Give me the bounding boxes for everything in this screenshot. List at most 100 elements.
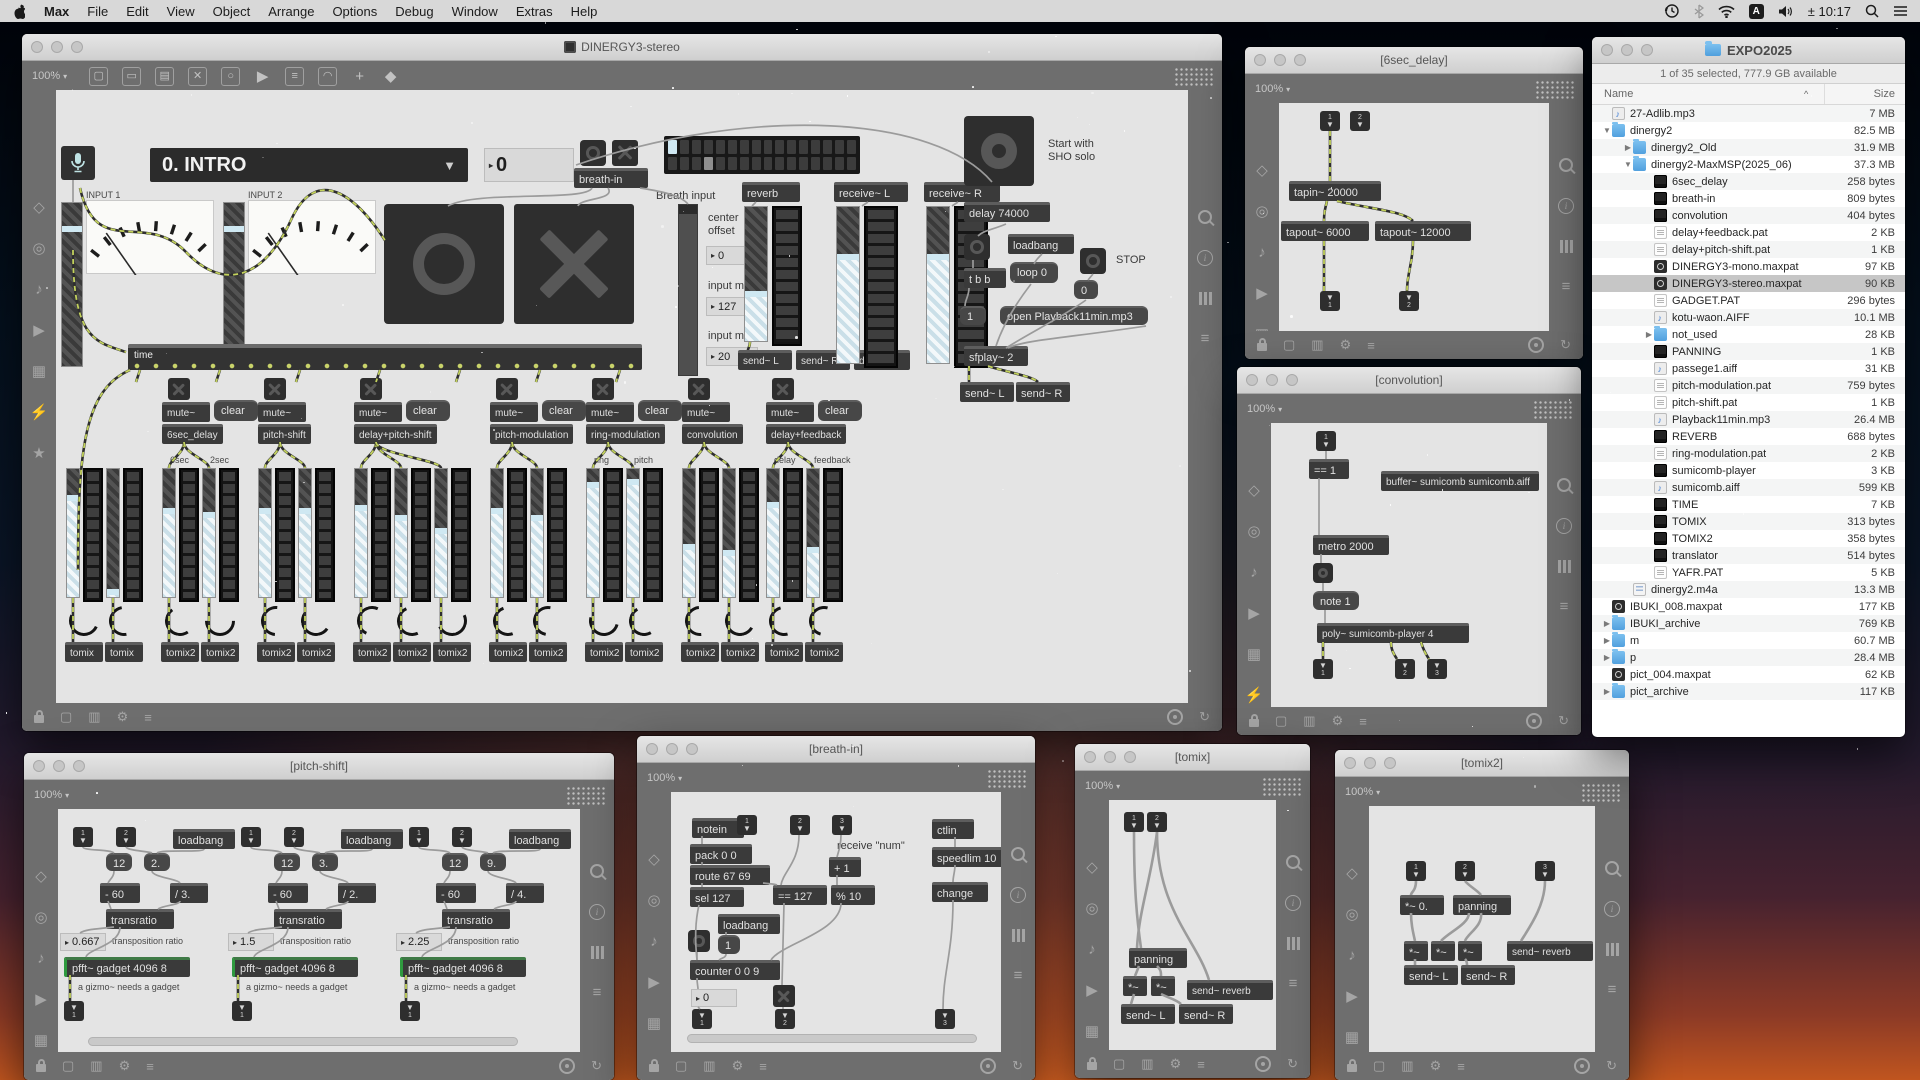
message-box[interactable]: clear xyxy=(638,400,682,421)
video-icon[interactable]: ▶ xyxy=(648,975,660,990)
wifi-icon[interactable] xyxy=(1718,5,1735,18)
star-icon[interactable]: ★ xyxy=(32,446,45,461)
list-icon[interactable]: ≡ xyxy=(1201,331,1210,346)
info-icon[interactable]: i xyxy=(1604,901,1620,917)
led-cell[interactable] xyxy=(799,157,808,171)
disclosure-triangle[interactable]: ▶ xyxy=(1602,619,1612,628)
file-row[interactable]: GADGET.PAT296 bytes xyxy=(1592,292,1905,309)
select-icon[interactable]: ▢ xyxy=(60,709,72,725)
dial-icon[interactable]: ◠ xyxy=(318,67,337,86)
zoom-control[interactable]: 100%▾ xyxy=(647,772,682,784)
led-cell[interactable] xyxy=(752,157,761,171)
video-icon[interactable]: ▶ xyxy=(1256,286,1268,301)
reference-icon[interactable] xyxy=(1606,943,1619,956)
minimize-button[interactable] xyxy=(1266,374,1278,386)
slider[interactable] xyxy=(682,468,696,598)
plug-icon[interactable]: ⚡ xyxy=(1245,688,1264,703)
led-cell[interactable] xyxy=(835,140,844,154)
titlebar[interactable]: [pitch-shift] xyxy=(24,753,614,780)
zoom-control[interactable]: 100%▾ xyxy=(1085,780,1120,792)
dial[interactable] xyxy=(433,602,471,640)
target-icon[interactable]: ◎ xyxy=(647,893,660,908)
target-icon[interactable]: ◎ xyxy=(1085,901,1098,916)
message-box[interactable]: clear xyxy=(214,400,258,421)
info-icon[interactable]: i xyxy=(1556,518,1572,534)
volume-icon[interactable] xyxy=(1778,5,1794,18)
target-icon[interactable]: ◎ xyxy=(1345,907,1358,922)
message-box[interactable]: 0 xyxy=(1074,280,1098,299)
toggle[interactable] xyxy=(360,378,382,400)
plug-icon[interactable]: ⚡ xyxy=(30,405,49,420)
file-row[interactable]: DINERGY3-mono.maxpat97 KB xyxy=(1592,258,1905,275)
zoom-control[interactable]: 100%▾ xyxy=(1255,83,1290,95)
slider[interactable] xyxy=(434,468,448,598)
toggle[interactable] xyxy=(496,378,518,400)
file-row[interactable]: REVERB688 bytes xyxy=(1592,428,1905,445)
slider[interactable] xyxy=(926,206,950,364)
toggle[interactable] xyxy=(592,378,614,400)
number-box-icon[interactable]: ≡ xyxy=(285,67,304,86)
slider[interactable] xyxy=(490,468,504,598)
close-button[interactable] xyxy=(1344,757,1356,769)
number-box[interactable]: ▸0 xyxy=(691,989,737,1007)
search-icon[interactable] xyxy=(1557,478,1571,492)
led-cell[interactable] xyxy=(716,140,725,154)
refresh-icon[interactable]: ↻ xyxy=(1558,713,1569,729)
file-row[interactable]: translator514 bytes xyxy=(1592,547,1905,564)
image-icon[interactable]: ▦ xyxy=(1085,1024,1099,1039)
bluetooth-icon[interactable] xyxy=(1694,4,1704,19)
file-row[interactable]: 27-Adlib.mp37 MB xyxy=(1592,105,1905,122)
slider[interactable] xyxy=(626,468,640,598)
file-row[interactable]: ▶p28.4 MB xyxy=(1592,649,1905,666)
file-row[interactable]: ring-modulation.pat2 KB xyxy=(1592,445,1905,462)
led-cell[interactable] xyxy=(835,157,844,171)
led-cell[interactable] xyxy=(811,140,820,154)
slider[interactable] xyxy=(202,468,216,598)
spotlight-icon[interactable] xyxy=(1865,4,1879,18)
file-row[interactable]: TOMIX2358 bytes xyxy=(1592,530,1905,547)
settings-icon[interactable]: ⚙ xyxy=(1332,713,1344,729)
compass-icon[interactable] xyxy=(1526,713,1542,729)
led-cell[interactable] xyxy=(740,157,749,171)
compass-icon[interactable] xyxy=(980,1058,996,1074)
refresh-icon[interactable]: ↻ xyxy=(1606,1058,1617,1074)
zoom-control[interactable]: 100%▾ xyxy=(1247,403,1282,415)
toggle[interactable] xyxy=(688,378,710,400)
audition-icon[interactable]: ◆ xyxy=(382,68,399,85)
toggle[interactable] xyxy=(612,140,638,166)
target-icon[interactable]: ◎ xyxy=(1247,524,1260,539)
toggle[interactable] xyxy=(773,985,795,1007)
led-cell[interactable] xyxy=(787,157,796,171)
info-icon[interactable]: i xyxy=(1010,887,1026,903)
audio-icon[interactable]: ♪ xyxy=(1250,565,1258,580)
file-row[interactable]: delay+feedback.pat2 KB xyxy=(1592,224,1905,241)
minimize-button[interactable] xyxy=(666,743,678,755)
search-icon[interactable] xyxy=(590,864,604,878)
select-icon[interactable]: ▢ xyxy=(1373,1058,1385,1074)
dial[interactable] xyxy=(299,604,334,639)
mic-button[interactable] xyxy=(61,146,95,180)
file-row[interactable]: sumicomb.aiff599 KB xyxy=(1592,479,1905,496)
audio-icon[interactable]: ♪ xyxy=(37,951,45,966)
bang-button[interactable] xyxy=(384,204,504,324)
bang-button[interactable] xyxy=(964,234,990,260)
dial[interactable] xyxy=(65,602,103,640)
lock-icon[interactable] xyxy=(649,1064,659,1072)
close-button[interactable] xyxy=(1254,54,1266,66)
reference-icon[interactable] xyxy=(1560,240,1573,253)
list-icon[interactable]: ≡ xyxy=(1197,1057,1205,1072)
compass-icon[interactable] xyxy=(1167,709,1183,725)
search-icon[interactable] xyxy=(1605,861,1619,875)
titlebar[interactable]: [convolution] xyxy=(1237,367,1581,394)
led-matrix[interactable] xyxy=(664,136,860,174)
file-row[interactable]: ▼dinergy2-MaxMSP(2025_06)37.3 MB xyxy=(1592,156,1905,173)
dial[interactable] xyxy=(679,600,721,642)
minimize-button[interactable] xyxy=(1364,757,1376,769)
cube-icon[interactable]: ◇ xyxy=(33,200,45,215)
settings-icon[interactable]: ⚙ xyxy=(1340,337,1352,353)
scene-dropdown[interactable]: 0. INTRO▼ xyxy=(150,148,468,182)
slider[interactable] xyxy=(722,468,736,598)
message-box[interactable]: 12 xyxy=(106,853,132,871)
list-icon[interactable]: ≡ xyxy=(1014,968,1023,983)
slider[interactable] xyxy=(162,468,176,598)
